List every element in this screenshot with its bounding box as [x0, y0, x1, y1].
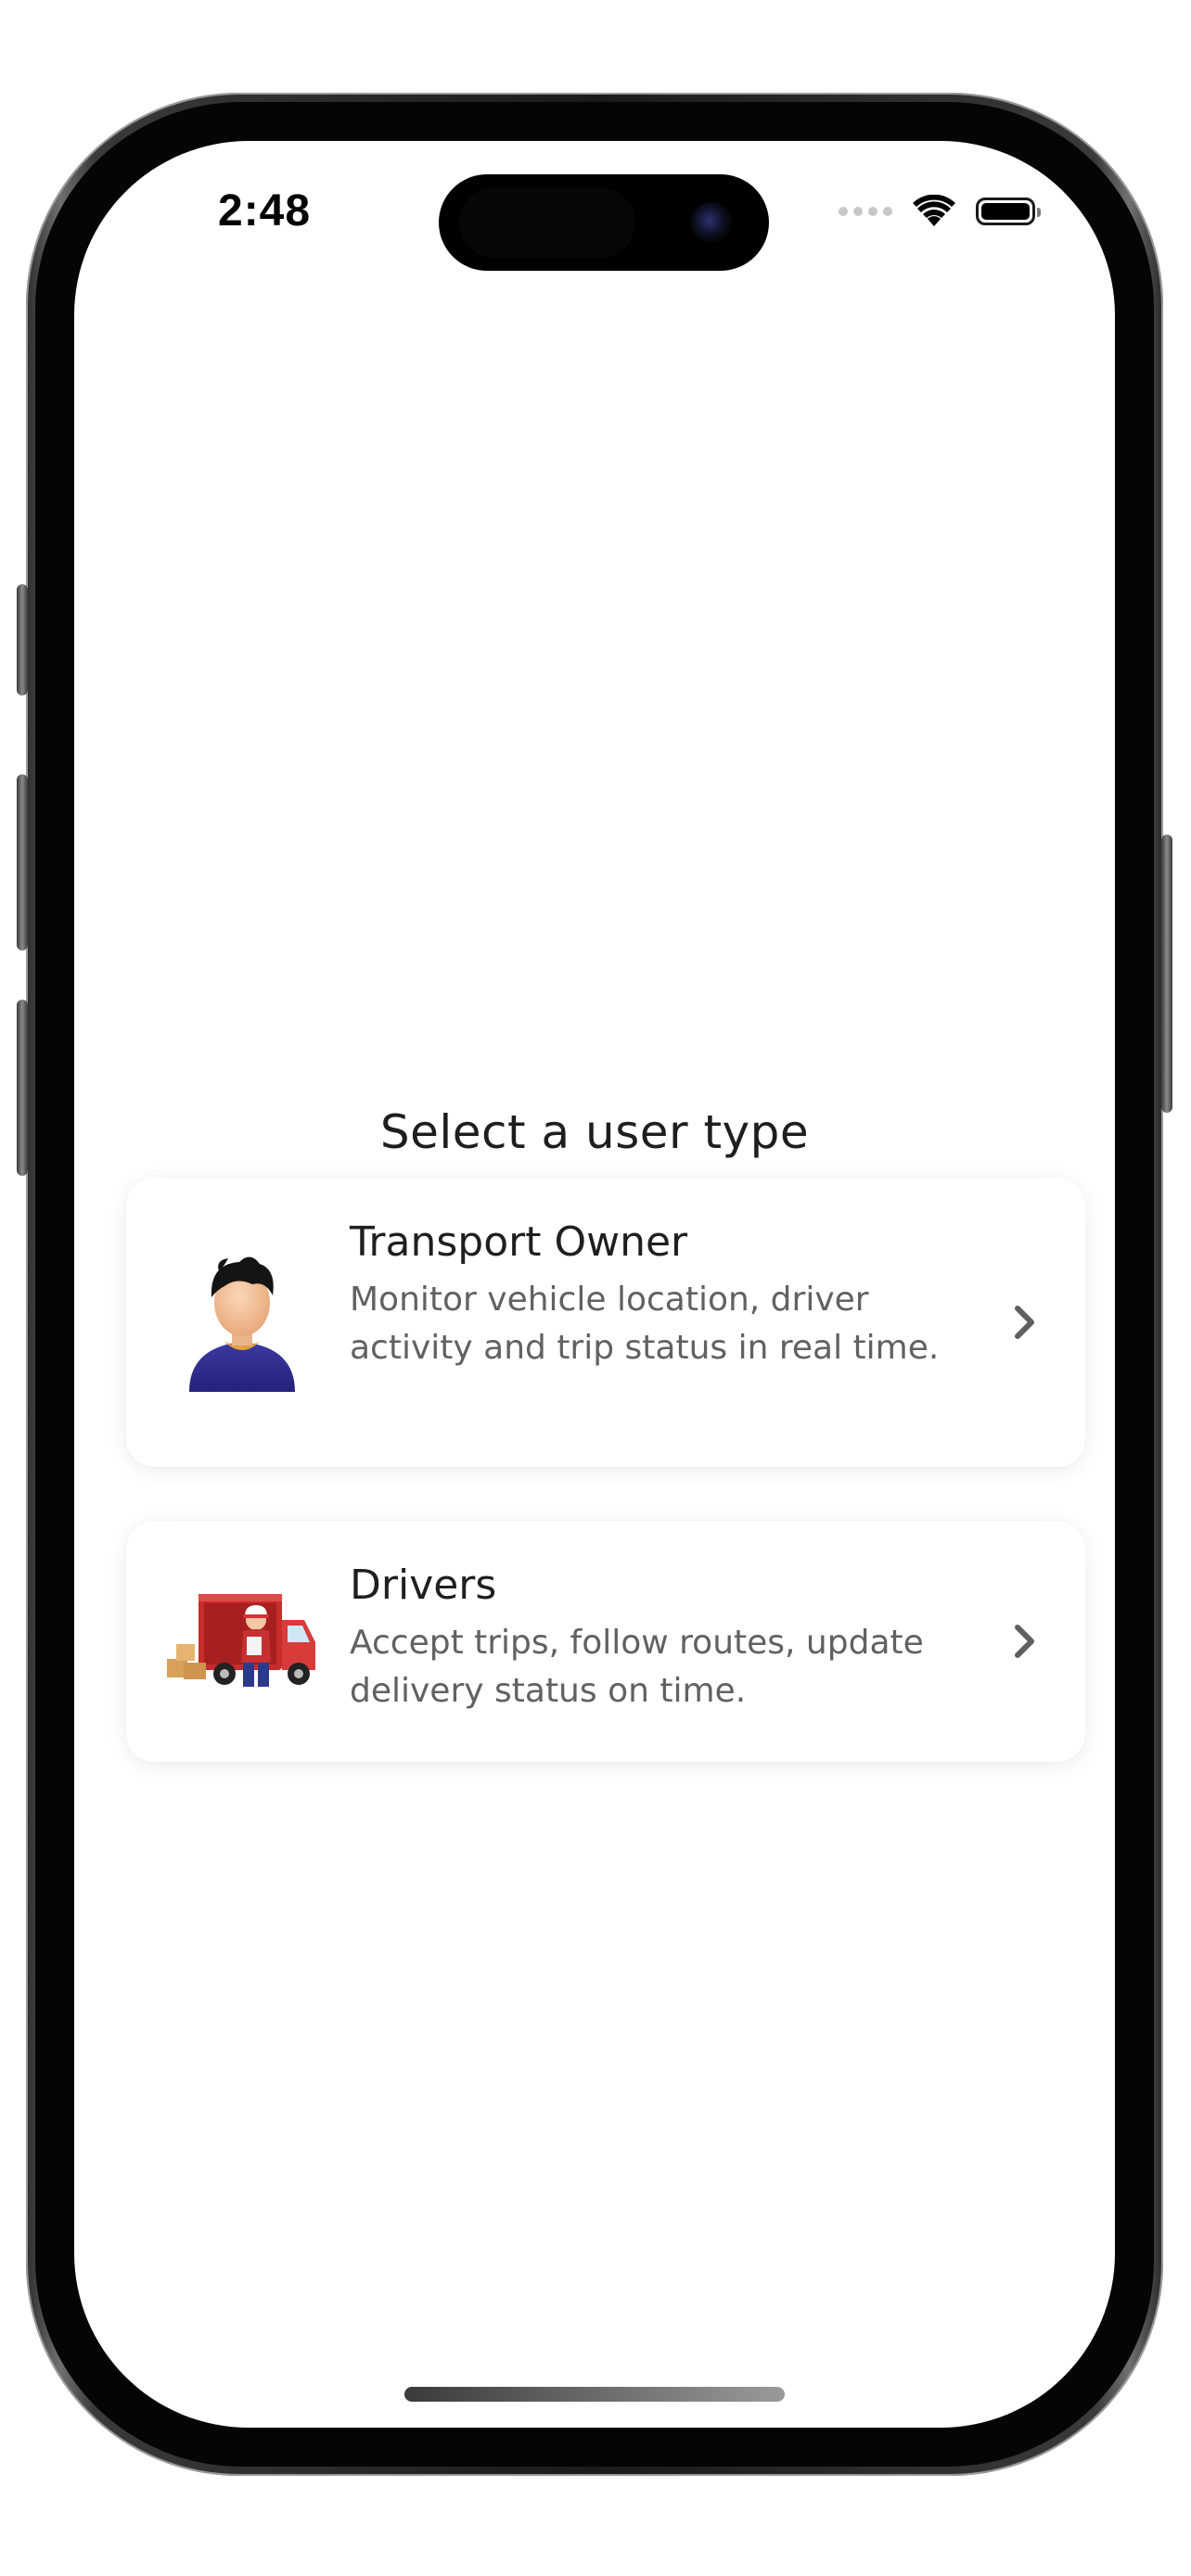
user-type-card-drivers[interactable]: Drivers Accept trips, follow routes, upd… [126, 1521, 1085, 1762]
chevron-right-icon [1015, 1625, 1034, 1658]
user-type-text: Transport Owner Monitor vehicle location… [350, 1215, 955, 1372]
user-type-title: Drivers [350, 1562, 497, 1609]
screen: 2:48 Select a user type Transport Owner … [74, 141, 1115, 2428]
user-type-title: Transport Owner [350, 1218, 688, 1266]
user-type-card-transport-owner[interactable]: Transport Owner Monitor vehicle location… [126, 1178, 1085, 1467]
user-type-text: Drivers Accept trips, follow routes, upd… [350, 1558, 955, 1715]
bezel: 2:48 Select a user type Transport Owner … [35, 102, 1154, 2467]
battery-icon [976, 198, 1041, 225]
page-title: Select a user type [379, 1105, 810, 1159]
phone-frame: 2:48 Select a user type Transport Owner … [17, 93, 1172, 2476]
status-icons [839, 185, 1041, 237]
dynamic-island [439, 174, 769, 271]
sensor-icon [459, 187, 635, 258]
camera-icon [691, 202, 732, 243]
chevron-right-icon [1015, 1306, 1034, 1339]
user-type-description: Monitor vehicle location, driver activit… [350, 1281, 940, 1367]
action-button [17, 584, 28, 695]
signal-dots-icon [839, 207, 892, 216]
delivery-truck-icon [167, 1594, 315, 1687]
wifi-icon [913, 195, 955, 226]
person-avatar-icon [189, 1256, 295, 1392]
home-indicator[interactable] [404, 2387, 785, 2402]
status-time: 2:48 [218, 186, 312, 236]
user-type-description: Accept trips, follow routes, update deli… [350, 1624, 924, 1710]
volume-down-button [17, 1000, 28, 1176]
power-button [1161, 835, 1172, 1113]
volume-up-button [17, 774, 28, 950]
